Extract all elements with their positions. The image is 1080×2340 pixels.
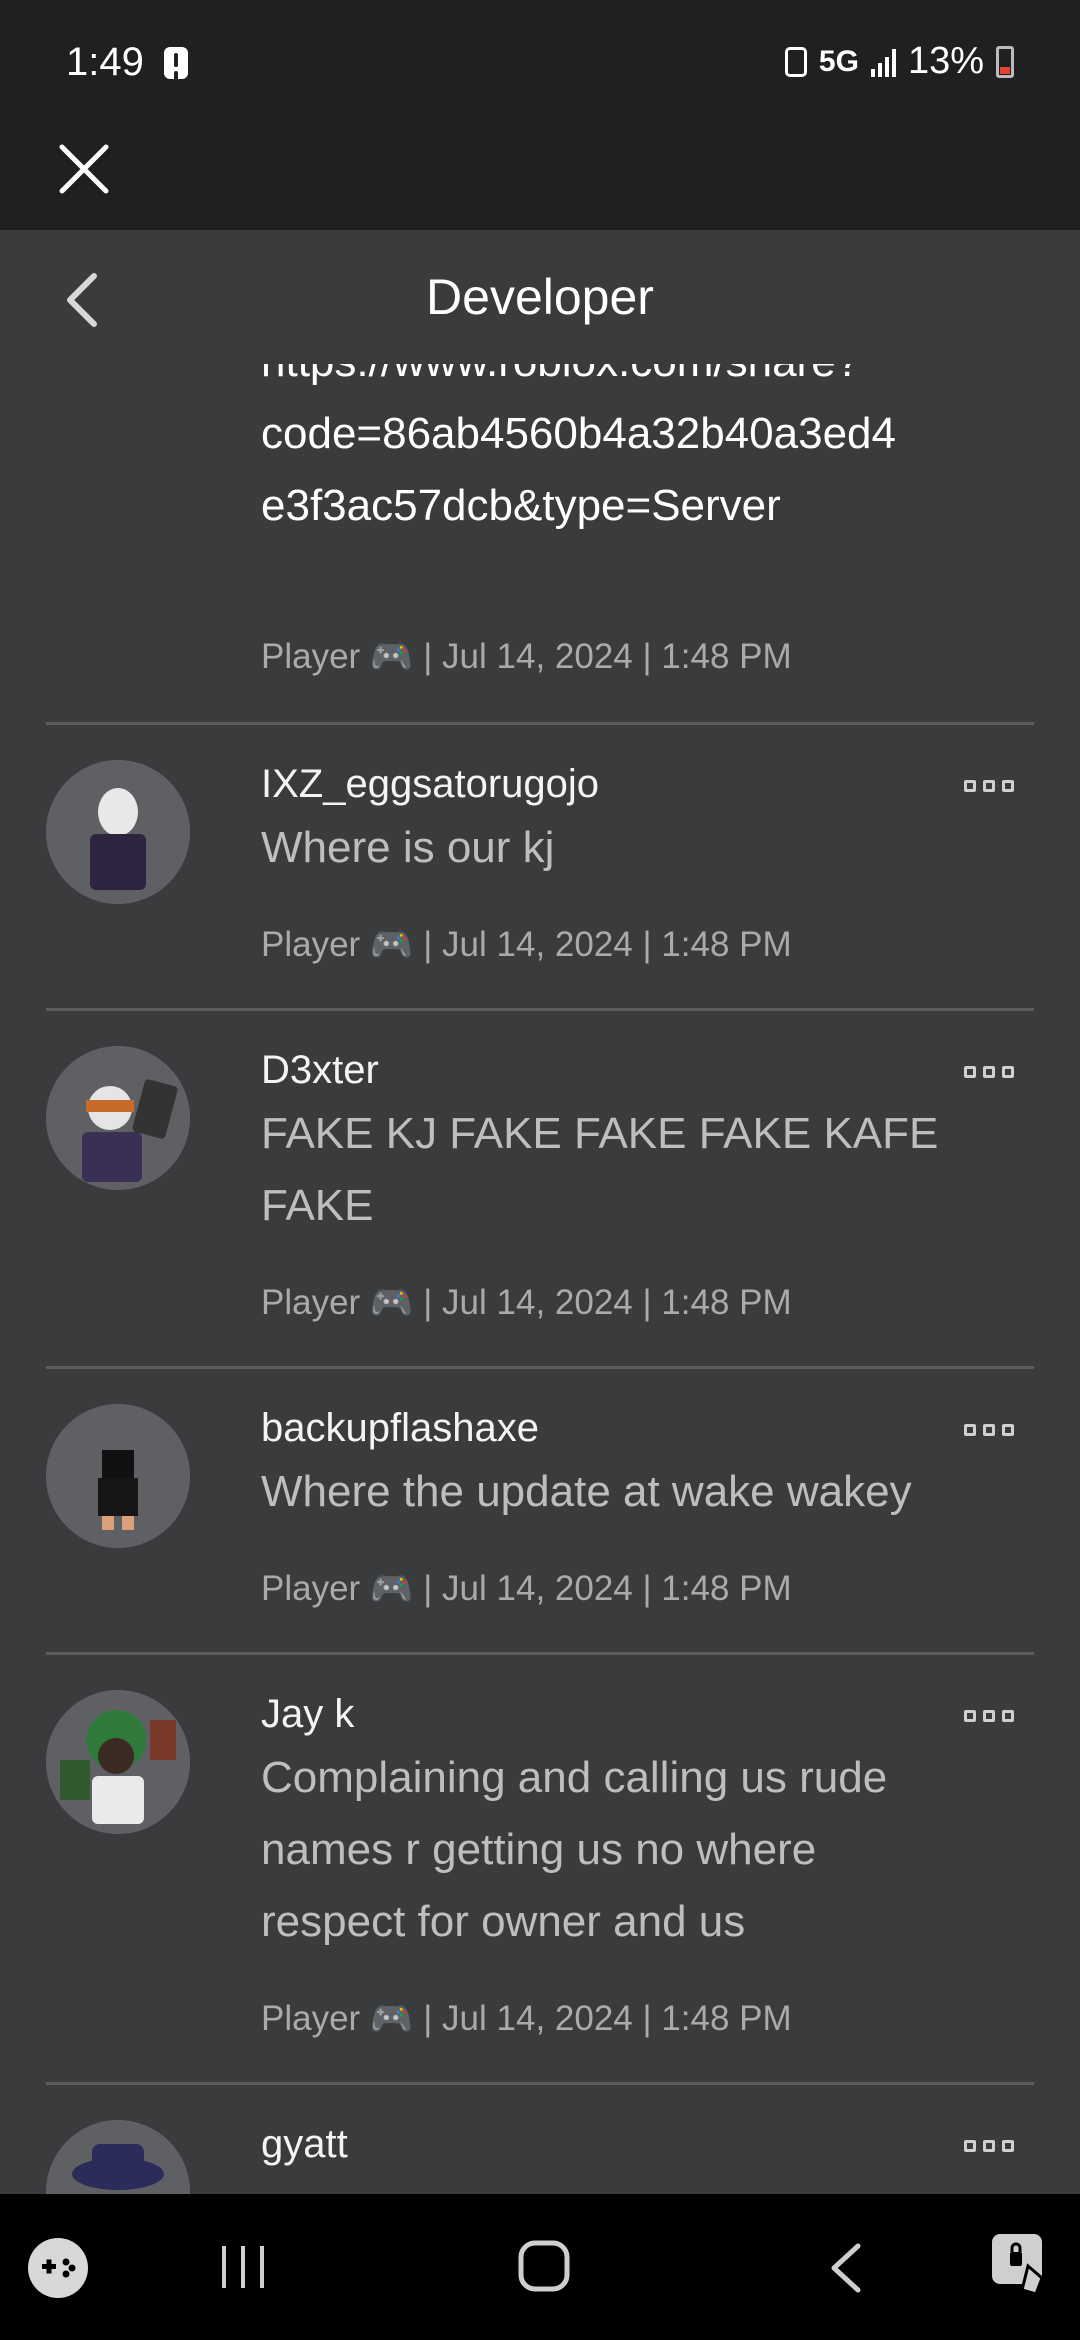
data-saver-icon xyxy=(784,46,807,77)
message-top-clipped: https://www.roblox.com/share? code=86ab4… xyxy=(261,364,1051,542)
close-bar xyxy=(0,130,1080,230)
post-username[interactable]: Jay k xyxy=(261,1692,354,1737)
post-meta: Player 🎮 | Jul 14, 2024 | 1:48 PM xyxy=(261,1283,792,1322)
post-body: Where the update at wake wakey xyxy=(261,1467,912,1516)
message-feed[interactable]: https://www.roblox.com/share? code=86ab4… xyxy=(0,364,1080,2194)
more-options-icon[interactable] xyxy=(964,1424,1018,1440)
message-link-line[interactable]: https://www.roblox.com/share? xyxy=(261,364,1051,398)
alert-icon xyxy=(164,47,188,79)
network-label: 5G xyxy=(818,44,859,78)
avatar[interactable] xyxy=(46,1404,190,1548)
page-title: Developer xyxy=(426,269,654,325)
divider xyxy=(46,1652,1034,1655)
more-options-icon[interactable] xyxy=(964,780,1018,796)
post-body: Where is our kj xyxy=(261,823,555,872)
recent-apps-icon[interactable] xyxy=(218,2240,268,2294)
more-options-icon[interactable] xyxy=(964,2140,1018,2156)
signal-icon xyxy=(870,47,896,77)
battery-icon xyxy=(996,45,1014,78)
message-meta: Player 🎮 | Jul 14, 2024 | 1:48 PM xyxy=(261,637,792,676)
post-username[interactable]: backupflashaxe xyxy=(261,1406,539,1451)
more-options-icon[interactable] xyxy=(964,1710,1018,1726)
post-username[interactable]: D3xter xyxy=(261,1048,379,1093)
message-link-line[interactable]: e3f3ac57dcb&type=Server xyxy=(261,470,1051,542)
channel-header: Developer xyxy=(0,230,1080,364)
avatar[interactable] xyxy=(46,2120,190,2194)
post-body: Complaining and calling us rude names r … xyxy=(261,1753,888,1946)
game-launcher-icon[interactable] xyxy=(26,2236,90,2300)
status-time: 1:49 xyxy=(66,40,144,84)
home-icon[interactable] xyxy=(516,2238,572,2294)
close-icon[interactable] xyxy=(56,141,112,197)
message-link-line[interactable]: code=86ab4560b4a32b40a3ed4 xyxy=(261,398,1051,470)
status-bar: 1:49 5G 13% xyxy=(0,0,1080,130)
system-nav-bar xyxy=(0,2194,1080,2340)
divider xyxy=(46,1008,1034,1011)
avatar[interactable] xyxy=(46,1690,190,1834)
battery-percent: 13% xyxy=(907,40,984,82)
divider xyxy=(46,722,1034,725)
post-username[interactable]: gyatt xyxy=(261,2122,348,2167)
divider xyxy=(46,1366,1034,1369)
back-nav-icon[interactable] xyxy=(826,2240,866,2296)
post-username[interactable]: IXZ_eggsatorugojo xyxy=(261,762,599,807)
avatar[interactable] xyxy=(46,760,190,904)
divider xyxy=(46,2082,1034,2085)
accessibility-touch-icon[interactable] xyxy=(988,2230,1054,2300)
more-options-icon[interactable] xyxy=(964,1066,1018,1082)
avatar[interactable] xyxy=(46,1046,190,1190)
post-meta: Player 🎮 | Jul 14, 2024 | 1:48 PM xyxy=(261,1569,792,1608)
post-meta: Player 🎮 | Jul 14, 2024 | 1:48 PM xyxy=(261,925,792,964)
post-body: FAKE KJ FAKE FAKE FAKE KAFE FAKE xyxy=(261,1109,939,1230)
status-right: 5G 13% xyxy=(784,40,1014,83)
post-meta: Player 🎮 | Jul 14, 2024 | 1:48 PM xyxy=(261,1999,792,2038)
